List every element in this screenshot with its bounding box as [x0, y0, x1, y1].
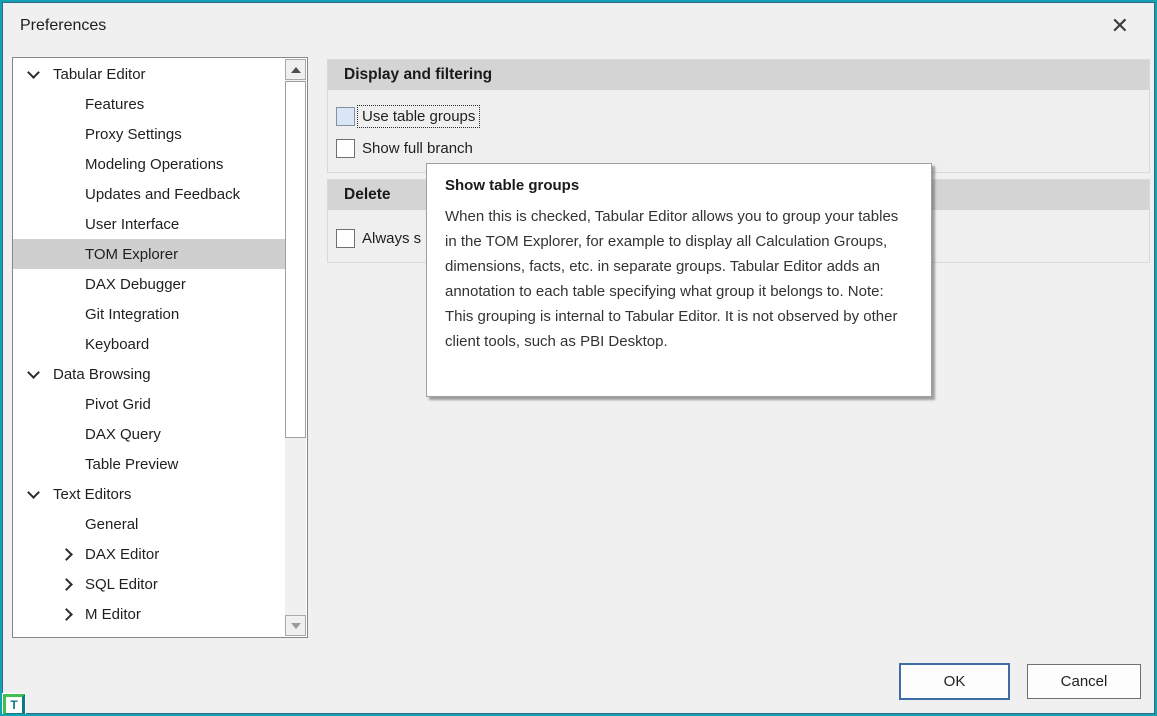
tree-item-label: General: [85, 516, 138, 533]
tree-item-m-editor[interactable]: M Editor: [13, 599, 285, 629]
tree-item-label: Keyboard: [85, 336, 149, 353]
tooltip-body: When this is checked, Tabular Editor all…: [445, 204, 913, 354]
always-show-label[interactable]: Always s: [362, 230, 421, 247]
chevron-right-icon[interactable]: [60, 578, 73, 591]
always-show-row: Always s: [336, 226, 421, 250]
tooltip-title: Show table groups: [445, 177, 913, 194]
tree-item-features[interactable]: Features: [13, 89, 285, 119]
tree-item-label: Table Preview: [85, 456, 178, 473]
tree-item-tabular-editor[interactable]: Tabular Editor: [13, 59, 285, 89]
cancel-button[interactable]: Cancel: [1027, 664, 1141, 699]
use-table-groups-row: Use table groups: [336, 104, 479, 128]
scrollbar-up-button[interactable]: [285, 59, 306, 80]
tree-item-updates-and-feedback[interactable]: Updates and Feedback: [13, 179, 285, 209]
settings-tree: Tabular Editor Features Proxy Settings Mode…: [12, 57, 308, 638]
display-and-filtering-panel: Display and filtering Use table groups S…: [327, 59, 1150, 173]
chevron-right-icon[interactable]: [60, 548, 73, 561]
use-table-groups-label[interactable]: Use table groups: [358, 106, 479, 127]
chevron-slot: [61, 550, 85, 559]
chevron-down-icon[interactable]: [27, 366, 40, 379]
tree-item-pivot-grid[interactable]: Pivot Grid: [13, 389, 285, 419]
tree-item-label: Git Integration: [85, 306, 179, 323]
tree-item-keyboard[interactable]: Keyboard: [13, 329, 285, 359]
always-show-checkbox[interactable]: [336, 229, 355, 248]
tree-item-label: Updates and Feedback: [85, 186, 240, 203]
tree-item-label: Text Editors: [53, 486, 131, 503]
tree-item-label: Pivot Grid: [85, 396, 151, 413]
tree-item-label: DAX Debugger: [85, 276, 186, 293]
tree-item-label: Proxy Settings: [85, 126, 182, 143]
ok-button[interactable]: OK: [899, 663, 1010, 700]
tree-item-modeling-operations[interactable]: Modeling Operations: [13, 149, 285, 179]
tree-item-sql-editor[interactable]: SQL Editor: [13, 569, 285, 599]
triangle-down-icon: [291, 623, 301, 629]
tree-item-label: User Interface: [85, 216, 179, 233]
chevron-slot: [61, 580, 85, 589]
show-full-branch-label[interactable]: Show full branch: [362, 140, 473, 157]
logo-letter: T: [10, 699, 17, 711]
tree-item-label: TOM Explorer: [85, 246, 178, 263]
tree-item-dax-query[interactable]: DAX Query: [13, 419, 285, 449]
tree-item-git-integration[interactable]: Git Integration: [13, 299, 285, 329]
tree-item-label: Features: [85, 96, 144, 113]
chevron-slot: [29, 491, 53, 497]
tree-item-label: C# Editor: [85, 636, 148, 638]
show-full-branch-checkbox[interactable]: [336, 139, 355, 158]
dialog-title: Preferences: [20, 17, 106, 35]
tree-item-user-interface[interactable]: User Interface: [13, 209, 285, 239]
show-full-branch-row: Show full branch: [336, 136, 473, 160]
tree-item-table-preview[interactable]: Table Preview: [13, 449, 285, 479]
close-icon[interactable]: ✕: [1107, 12, 1133, 40]
tree-item-label: Modeling Operations: [85, 156, 223, 173]
tree-item-general[interactable]: General: [13, 509, 285, 539]
chevron-slot: [61, 610, 85, 619]
tree-item-label: M Editor: [85, 606, 141, 623]
chevron-slot: [29, 371, 53, 377]
tree-item-label: Tabular Editor: [53, 66, 146, 83]
tree-item-dax-editor[interactable]: DAX Editor: [13, 539, 285, 569]
chevron-down-icon[interactable]: [27, 66, 40, 79]
tree-item-proxy-settings[interactable]: Proxy Settings: [13, 119, 285, 149]
tooltip-popup: Show table groups When this is checked, …: [426, 163, 932, 397]
panel-header-display-and-filtering: Display and filtering: [328, 60, 1149, 90]
tree-item-label: Data Browsing: [53, 366, 151, 383]
tree-rows: Tabular Editor Features Proxy Settings Mode…: [13, 59, 285, 637]
scrollbar-thumb[interactable]: [285, 81, 306, 438]
tree-item-label: DAX Editor: [85, 546, 159, 563]
chevron-slot: [29, 71, 53, 77]
tree-item-label: SQL Editor: [85, 576, 158, 593]
tree-item-label: DAX Query: [85, 426, 161, 443]
use-table-groups-checkbox[interactable]: [336, 107, 355, 126]
tree-scrollbar[interactable]: [285, 59, 306, 636]
tree-item-tom-explorer[interactable]: TOM Explorer: [13, 239, 285, 269]
triangle-up-icon: [291, 67, 301, 73]
chevron-right-icon[interactable]: [60, 608, 73, 621]
scrollbar-down-button[interactable]: [285, 615, 306, 636]
chevron-down-icon[interactable]: [27, 486, 40, 499]
tabular-editor-logo-icon: T: [3, 694, 25, 716]
tree-item-text-editors[interactable]: Text Editors: [13, 479, 285, 509]
preferences-dialog: Preferences ✕ Tabular Editor Features Prox…: [0, 0, 1157, 716]
tree-item-c-editor[interactable]: C# Editor: [13, 629, 285, 637]
tree-item-data-browsing[interactable]: Data Browsing: [13, 359, 285, 389]
tree-item-dax-debugger[interactable]: DAX Debugger: [13, 269, 285, 299]
